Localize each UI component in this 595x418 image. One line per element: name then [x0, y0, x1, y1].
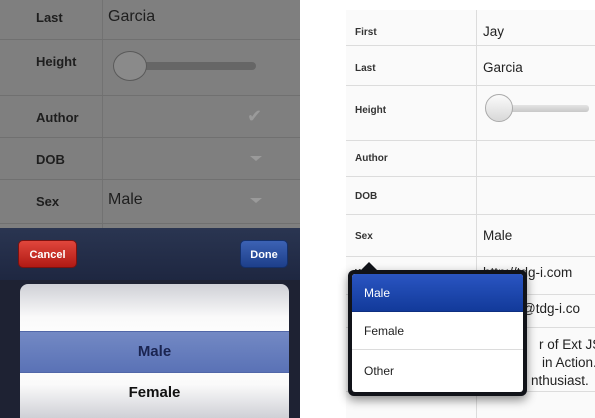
- last-field[interactable]: Garcia: [108, 8, 155, 26]
- option-label: Male: [364, 286, 391, 300]
- sex-picker-wheel[interactable]: Male Female: [20, 284, 289, 418]
- last-label: Last: [355, 63, 376, 74]
- bio-line: r of Ext JS: [539, 337, 595, 352]
- form-row-dob[interactable]: DOB: [346, 177, 595, 215]
- sex-field[interactable]: Male: [483, 228, 512, 243]
- popover-option-female[interactable]: Female: [352, 312, 523, 350]
- checkmark-icon: ✔: [247, 106, 263, 126]
- author-label: Author: [355, 153, 388, 164]
- chevron-down-icon: [250, 198, 262, 203]
- height-slider-thumb[interactable]: [113, 51, 147, 81]
- height-slider-thumb[interactable]: [485, 94, 513, 122]
- bio-line: nthusiast.: [531, 373, 589, 388]
- popover-option-male[interactable]: Male: [352, 274, 523, 312]
- form-row-sex[interactable]: Sex Male: [346, 215, 595, 257]
- option-label: Female: [364, 324, 405, 338]
- email-field[interactable]: @tdg-i.co: [522, 301, 580, 316]
- last-field[interactable]: Garcia: [483, 60, 523, 75]
- form-row-last[interactable]: Last Garcia: [346, 46, 595, 86]
- chevron-down-icon: [250, 156, 262, 161]
- sex-label: Sex: [355, 231, 373, 242]
- phone-form-dimmed: Last Garcia Height Author ✔ DOB Sex Male: [0, 0, 300, 228]
- author-label: Author: [36, 110, 79, 125]
- sex-option-list[interactable]: Male Female Other: [352, 274, 523, 392]
- dob-label: DOB: [36, 152, 65, 167]
- cancel-button[interactable]: Cancel: [18, 240, 77, 268]
- popover-option-other[interactable]: Other: [352, 350, 523, 392]
- sex-field[interactable]: Male: [108, 191, 143, 209]
- picker-option[interactable]: Female: [20, 384, 289, 401]
- done-button[interactable]: Done: [240, 240, 288, 268]
- sex-label: Sex: [36, 194, 60, 209]
- form-row-first[interactable]: First Jay: [346, 10, 595, 46]
- first-label: First: [355, 27, 377, 38]
- height-label: Height: [355, 105, 387, 116]
- phone-panel: Last Garcia Height Author ✔ DOB Sex Male…: [0, 0, 300, 418]
- form-row-last[interactable]: Last Garcia: [0, 0, 300, 40]
- form-row-height[interactable]: Height: [346, 86, 595, 141]
- option-label: Other: [364, 364, 395, 378]
- first-field[interactable]: Jay: [483, 24, 504, 39]
- bio-line: in Action.: [542, 355, 595, 370]
- picker-option-selected[interactable]: Male: [20, 343, 289, 360]
- height-label: Height: [36, 54, 77, 69]
- last-label: Last: [36, 10, 63, 25]
- form-row-author[interactable]: Author: [346, 141, 595, 177]
- dob-label: DOB: [355, 191, 378, 202]
